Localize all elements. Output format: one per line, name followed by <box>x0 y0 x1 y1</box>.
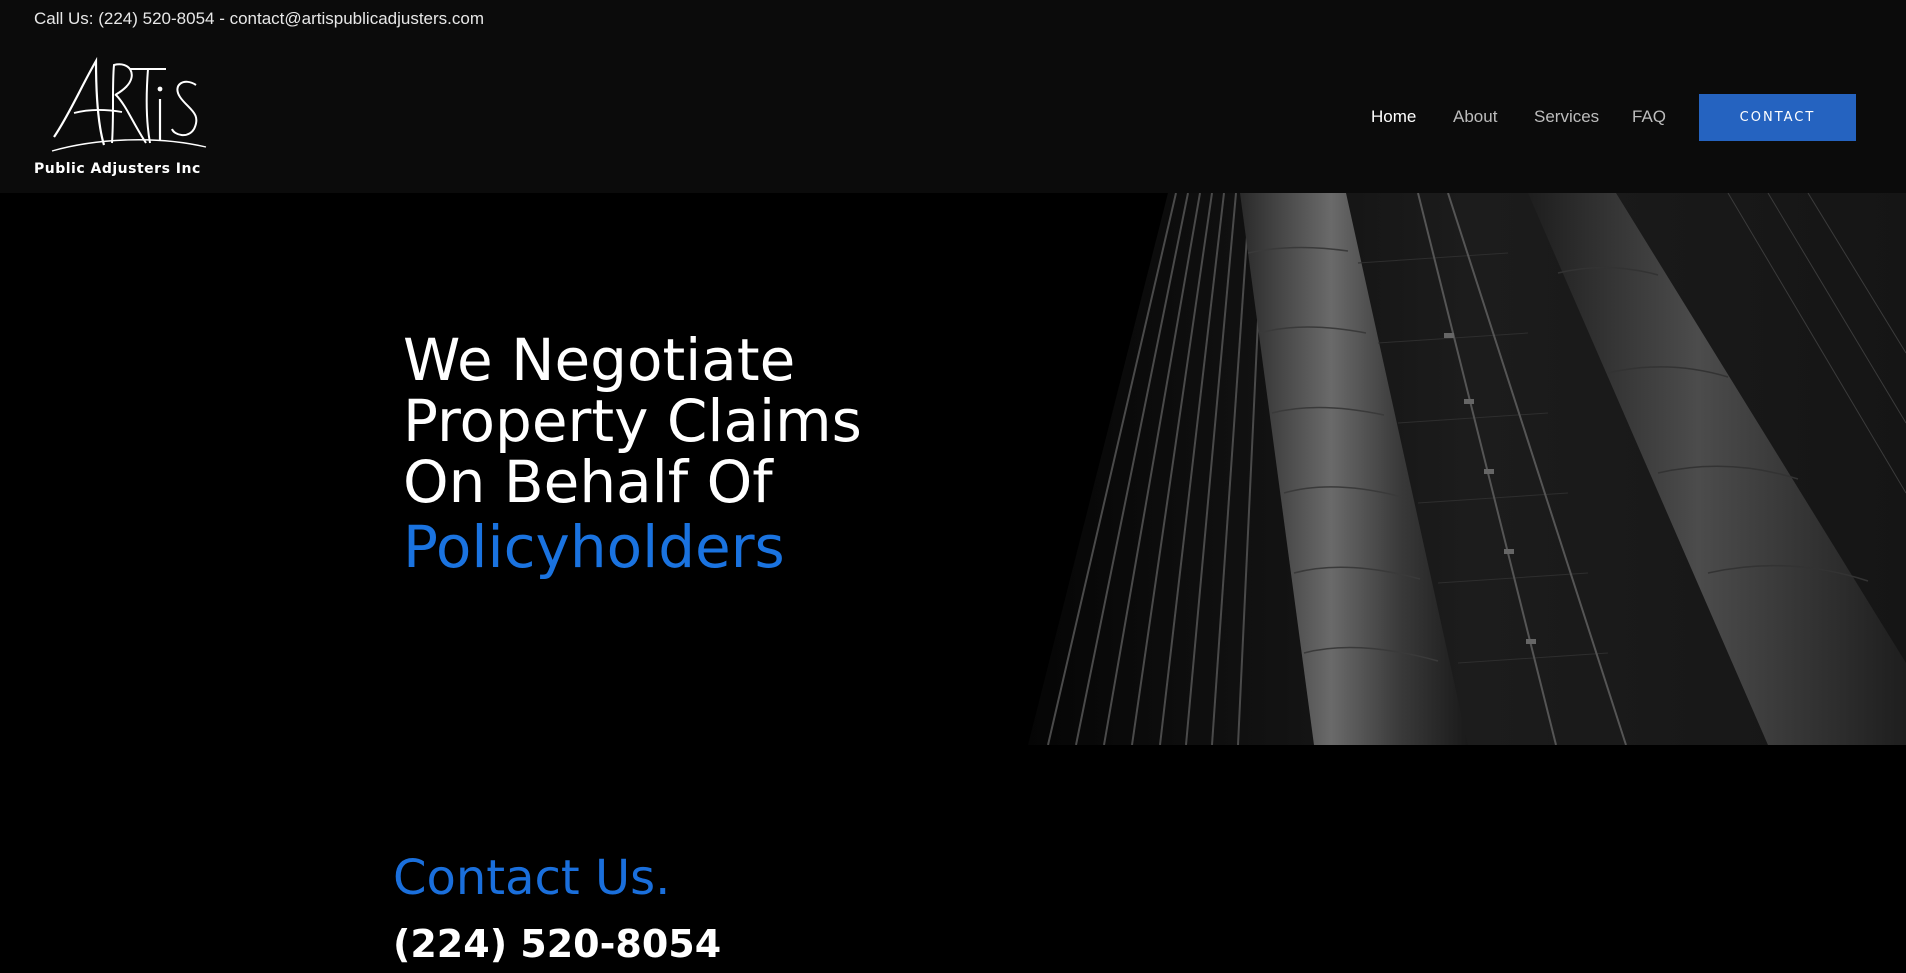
site-header: Call Us: (224) 520-8054 - contact@artisp… <box>0 0 1906 193</box>
contact-heading: Contact Us. <box>393 850 671 906</box>
nav-faq[interactable]: FAQ <box>1632 107 1666 127</box>
contact-phone[interactable]: (224) 520-8054 <box>393 922 721 966</box>
headline-accent: Policyholders <box>403 513 785 581</box>
company-logo[interactable]: Public Adjusters Inc <box>34 55 234 177</box>
headline-line: Property Claims <box>403 387 862 455</box>
skyscraper-image <box>1028 193 1906 745</box>
nav-about[interactable]: About <box>1453 107 1497 127</box>
headline-line: On Behalf Of <box>403 448 773 516</box>
headline-line: We Negotiate <box>403 326 796 394</box>
nav-home[interactable]: Home <box>1371 107 1416 127</box>
hero-headline: We Negotiate Property Claims On Behalf O… <box>403 330 862 578</box>
artis-logo-mark-icon <box>51 56 207 152</box>
logo-subtitle: Public Adjusters Inc <box>34 161 201 177</box>
hero-building-image <box>1028 193 1906 745</box>
contact-button[interactable]: CONTACT <box>1699 94 1856 141</box>
nav-services[interactable]: Services <box>1534 107 1599 127</box>
contact-info-line: Call Us: (224) 520-8054 - contact@artisp… <box>34 9 485 28</box>
